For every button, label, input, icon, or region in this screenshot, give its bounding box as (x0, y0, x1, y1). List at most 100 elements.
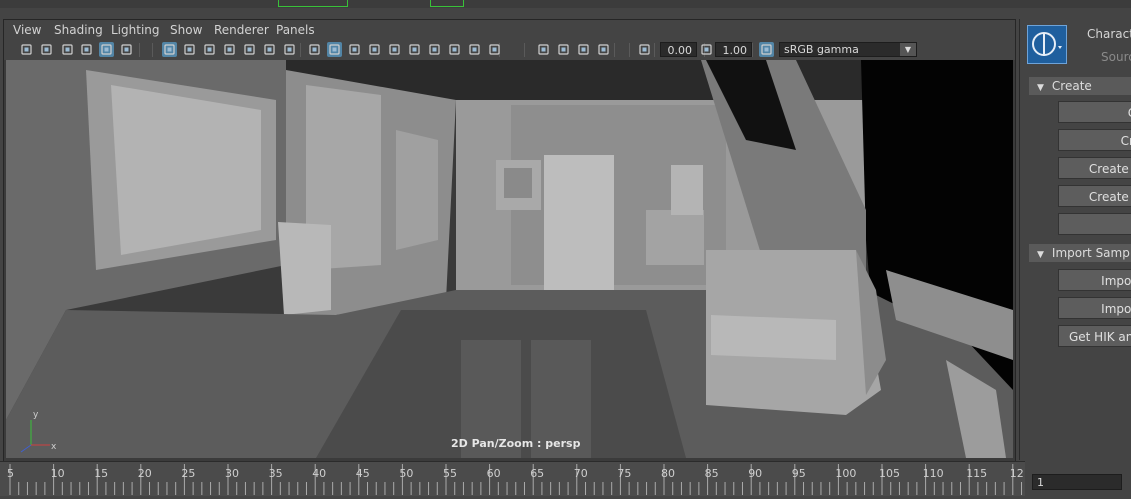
panel-title: Characte (1087, 27, 1131, 41)
xray-joints-icon[interactable] (576, 42, 591, 57)
get-hik-button[interactable]: Get HIK and (1058, 325, 1131, 347)
toolbar-separator (629, 43, 630, 57)
viewport-panel: View Shading Lighting Show Renderer Pane… (3, 19, 1016, 462)
timeline-tick-label: 35 (269, 467, 283, 480)
source-label: Sourc (1101, 50, 1131, 64)
timeline-tick-label: 5 (7, 467, 14, 480)
image-plane-icon[interactable] (79, 42, 94, 57)
isolate-select-icon[interactable] (536, 42, 551, 57)
menu-panels[interactable]: Panels (276, 23, 315, 37)
timeline-tick-label: 65 (530, 467, 544, 480)
safe-action-icon[interactable] (262, 42, 277, 57)
menu-shading[interactable]: Shading (54, 23, 103, 37)
create-button-2[interactable]: Cre (1058, 129, 1131, 151)
create-button-5[interactable]: C (1058, 213, 1131, 235)
select-camera-icon[interactable] (19, 42, 34, 57)
grid-icon[interactable] (162, 42, 177, 57)
timeline-tick-label: 80 (661, 467, 675, 480)
toolbar-separator (524, 43, 525, 57)
create-button-1[interactable]: Cr (1058, 101, 1131, 123)
safe-title-icon[interactable] (282, 42, 297, 57)
menu-view[interactable]: View (13, 23, 41, 37)
timeline-tick-label: 45 (356, 467, 370, 480)
axis-y-label: y (33, 410, 39, 420)
motion-blur-icon[interactable] (447, 42, 462, 57)
character-control-panel: Characte Sourc ▼ Create Cr Cre Create C C… (1019, 19, 1131, 460)
screen-space-ao-icon[interactable] (427, 42, 442, 57)
hik-logo-icon[interactable] (1027, 25, 1067, 64)
color-management-icon[interactable] (759, 42, 774, 57)
menu-lighting[interactable]: Lighting (111, 23, 160, 37)
toolbar-separator (752, 43, 753, 57)
xray-components-icon[interactable] (596, 42, 611, 57)
timeline-tick-label: 55 (443, 467, 457, 480)
textured-icon[interactable] (367, 42, 382, 57)
bookmark-icon[interactable] (60, 42, 75, 57)
depth-of-field-icon[interactable] (487, 42, 502, 57)
import-button-2[interactable]: Import (1058, 297, 1131, 319)
timeline-tick-label: 30 (225, 467, 239, 480)
timeline-tick-label: 90 (748, 467, 762, 480)
chevron-down-icon[interactable]: ▼ (900, 43, 916, 56)
shelf-highlight (430, 0, 464, 7)
timeline-tick-label: 95 (792, 467, 806, 480)
timeline-tick-label: 60 (487, 467, 501, 480)
2d-pan-zoom-icon[interactable] (99, 42, 114, 57)
resolution-gate-icon[interactable] (202, 42, 217, 57)
create-button-3[interactable]: Create C (1058, 157, 1131, 179)
color-space-select[interactable]: sRGB gamma ▼ (779, 42, 917, 57)
menu-renderer[interactable]: Renderer (214, 23, 269, 37)
timeline-tick-label: 40 (312, 467, 326, 480)
time-slider-ticks: 5 10 15 20 25 30 35 40 45 50 55 60 65 70 75 80 85 90 95 100… (7, 464, 1024, 495)
section-create-label: Create (1051, 79, 1092, 93)
timeline-tick-label: 10 (51, 467, 65, 480)
film-gate-icon[interactable] (182, 42, 197, 57)
use-all-lights-icon[interactable] (387, 42, 402, 57)
import-button-1[interactable]: Import (1058, 269, 1131, 291)
3d-viewport[interactable]: y x 2D Pan/Zoom : persp (6, 60, 1013, 458)
gamma-icon[interactable] (699, 42, 714, 57)
timeline-tick-label: 15 (94, 467, 108, 480)
field-chart-icon[interactable] (242, 42, 257, 57)
exposure-icon[interactable] (637, 42, 652, 57)
timeline-tick-label: 115 (966, 467, 987, 480)
multisample-aa-icon[interactable] (467, 42, 482, 57)
section-import-sample[interactable]: ▼ Import Sample (1029, 244, 1131, 262)
current-frame-field[interactable]: 1 (1032, 474, 1122, 490)
grease-pencil-icon[interactable] (119, 42, 134, 57)
toolbar-separator (300, 43, 301, 57)
timeline-tick-label: 12 (1010, 467, 1024, 480)
collapse-triangle-icon: ▼ (1037, 83, 1044, 93)
toolbar-separator (654, 43, 655, 57)
timeline-tick-label: 50 (399, 467, 413, 480)
create-button-4[interactable]: Create C (1058, 185, 1131, 207)
menu-show[interactable]: Show (170, 23, 202, 37)
top-shelf-strip (0, 0, 1131, 8)
hud-pan-zoom-label: 2D Pan/Zoom : persp (451, 437, 581, 450)
timeline-tick-label: 100 (835, 467, 856, 480)
camera-attributes-icon[interactable] (39, 42, 54, 57)
timeline-tick-label: 25 (181, 467, 195, 480)
timeline-tick-label: 70 (574, 467, 588, 480)
timeline-tick-label: 20 (138, 467, 152, 480)
gate-mask-icon[interactable] (222, 42, 237, 57)
toolbar-separator (152, 43, 153, 57)
scene-render: y x (6, 60, 1013, 458)
shelf-highlight (278, 0, 348, 7)
gamma-field[interactable]: 1.00 (715, 42, 752, 57)
color-space-label: sRGB gamma (784, 43, 859, 56)
default-material-icon[interactable] (347, 42, 362, 57)
xray-icon[interactable] (556, 42, 571, 57)
viewport-menu-bar: View Shading Lighting Show Renderer Pane… (4, 20, 1015, 40)
time-slider[interactable]: 5 10 15 20 25 30 35 40 45 50 55 60 65 70 75 80 85 90 95 100… (0, 461, 1025, 496)
wireframe-icon[interactable] (307, 42, 322, 57)
exposure-field[interactable]: 0.00 (660, 42, 697, 57)
section-create[interactable]: ▼ Create (1029, 77, 1131, 95)
timeline-tick-label: 85 (705, 467, 719, 480)
axis-x-label: x (51, 442, 57, 452)
toolbar-separator (139, 43, 140, 57)
smooth-shade-icon[interactable] (327, 42, 342, 57)
viewport-toolbar: 0.00 1.00 sRGB gamma ▼ (4, 40, 1015, 60)
shadows-icon[interactable] (407, 42, 422, 57)
collapse-triangle-icon: ▼ (1037, 250, 1044, 260)
